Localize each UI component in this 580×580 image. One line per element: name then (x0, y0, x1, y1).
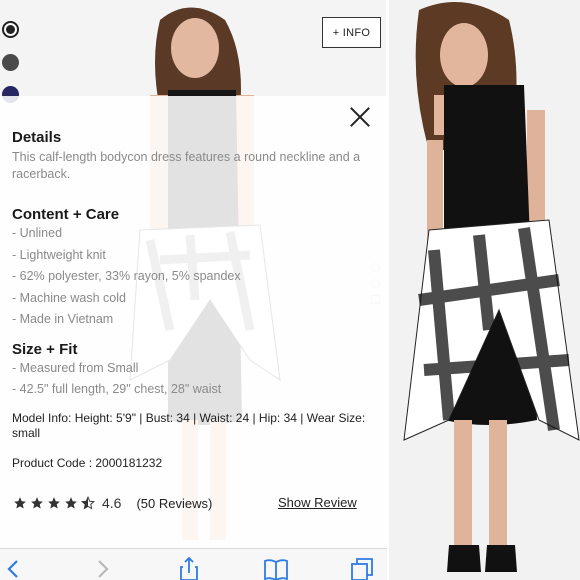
color-swatch-black[interactable] (2, 21, 19, 38)
rating-row: 4.6 (50 Reviews) (13, 494, 212, 512)
list-item: - Made in Vietnam (12, 312, 114, 326)
size-fit-heading: Size + Fit (12, 340, 78, 358)
bookmarks-icon[interactable] (264, 557, 288, 580)
list-item: - Machine wash cold (12, 290, 126, 305)
browser-toolbar (0, 548, 387, 580)
list-item: - 62% polyester, 33% rayon, 5% spandex (12, 269, 241, 283)
size-fit-list: - Measured from Small - 42.5" full lengt… (12, 358, 374, 401)
rating-value: 4.6 (102, 495, 122, 511)
info-button[interactable]: + INFO (322, 17, 381, 48)
details-description: This calf-length bodycon dress features … (12, 150, 361, 181)
star-full-icon (65, 497, 77, 509)
list-item: - Measured from Small (12, 360, 139, 375)
list-item: - Lightweight knit (12, 247, 106, 262)
list-item: - 42.5" full length, 29" chest, 28" wais… (12, 382, 222, 396)
product-image-secondary[interactable] (389, 0, 580, 580)
star-half-icon (81, 496, 95, 510)
content-care-heading: Content + Care (12, 206, 120, 223)
show-review-link[interactable]: Show Review (278, 495, 357, 510)
details-heading: Details (12, 129, 62, 146)
color-swatch-charcoal[interactable] (2, 54, 19, 71)
model-photo-right (403, 2, 580, 572)
star-full-icon (31, 497, 43, 509)
forward-icon[interactable] (90, 557, 114, 580)
review-count: (50 Reviews) (136, 495, 213, 511)
content-care-list: - Unlined - Lightweight knit - 62% polye… (12, 223, 374, 331)
share-icon[interactable] (177, 557, 201, 580)
list-item: - Unlined (12, 226, 63, 240)
star-full-icon (14, 497, 26, 509)
back-icon[interactable] (2, 557, 26, 580)
close-icon[interactable] (349, 106, 371, 128)
product-code: Product Code : 2000181232 (12, 455, 163, 470)
details-content: Details This calf-length bodycon dress f… (12, 128, 374, 470)
tabs-icon[interactable] (350, 557, 374, 580)
star-full-icon (48, 497, 60, 509)
model-info: Model Info: Height: 5'9" | Bust: 34 | Wa… (12, 410, 366, 440)
